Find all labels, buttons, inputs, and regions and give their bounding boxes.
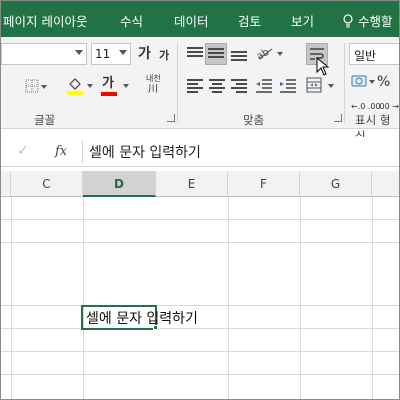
tab-view[interactable]: 보기 xyxy=(291,11,314,30)
cell-value: 셀에 문자 입력하기 xyxy=(86,311,198,327)
number-format-value: 일반 xyxy=(354,49,377,63)
align-left-icon[interactable] xyxy=(187,79,203,93)
chevron-down-icon xyxy=(119,50,127,55)
tab-review[interactable]: 검토 xyxy=(238,11,261,30)
svg-text:ab: ab xyxy=(255,47,271,61)
orientation-button[interactable]: ab xyxy=(255,45,283,63)
percent-style-button[interactable]: % xyxy=(377,75,390,89)
orientation-icon: ab xyxy=(255,47,273,63)
group-separator xyxy=(177,43,178,123)
increase-indent-icon[interactable] xyxy=(279,79,297,93)
borders-icon xyxy=(25,79,39,93)
merge-center-button[interactable] xyxy=(306,77,336,95)
align-right-icon[interactable] xyxy=(231,79,247,93)
grid-line xyxy=(300,197,301,399)
grid-line xyxy=(1,374,399,375)
column-header-B[interactable] xyxy=(1,171,11,197)
alignment-group-label: 맞춤 xyxy=(243,113,265,127)
phonetic-button[interactable]: 내천 川 xyxy=(146,75,166,97)
align-center-icon[interactable] xyxy=(209,79,225,93)
mouse-cursor-icon xyxy=(316,57,330,76)
accounting-format-button[interactable] xyxy=(351,73,375,93)
tab-data[interactable]: 데이터 xyxy=(174,11,209,30)
accounting-format-icon xyxy=(351,75,367,87)
grow-font-button[interactable]: 가 xyxy=(138,47,151,61)
grid-line xyxy=(1,351,399,352)
tab-page-layout[interactable]: 페이지 레이아웃 xyxy=(3,11,87,30)
grid-line xyxy=(11,197,12,399)
font-group-label: 글꼴 xyxy=(34,113,56,127)
tell-me-search[interactable]: 수행할 xyxy=(342,11,393,30)
column-header-E[interactable]: E xyxy=(156,171,228,197)
alignment-dialog-launcher[interactable] xyxy=(334,114,342,122)
fill-color-button[interactable] xyxy=(67,77,93,97)
tab-formulas[interactable]: 수식 xyxy=(120,11,143,30)
grid-line xyxy=(228,197,229,399)
font-name-combo[interactable] xyxy=(1,43,87,65)
align-top-icon[interactable] xyxy=(187,47,203,61)
chevron-down-icon xyxy=(75,50,83,55)
font-size-value: 11 xyxy=(95,47,111,61)
lightbulb-icon xyxy=(343,14,353,28)
column-header-D[interactable]: D xyxy=(83,171,156,197)
font-size-combo[interactable]: 11 xyxy=(91,43,131,65)
grid-line xyxy=(83,197,84,399)
column-header-F[interactable]: F xyxy=(228,171,300,197)
font-color-button[interactable]: 가 xyxy=(101,77,129,97)
shrink-font-button[interactable]: 가 xyxy=(159,50,169,61)
align-middle-icon xyxy=(208,48,224,62)
tell-me-label: 수행할 xyxy=(357,14,393,29)
column-header-G[interactable]: G xyxy=(300,171,372,197)
group-separator xyxy=(344,43,345,123)
grid-line xyxy=(1,328,399,329)
worksheet-grid: C D E F G 셀에 문자 입력하기 xyxy=(1,171,399,399)
number-format-combo[interactable]: 일반 xyxy=(349,43,399,65)
formula-divider xyxy=(82,141,83,163)
fill-color-icon xyxy=(69,78,81,90)
font-color-icon: 가 xyxy=(102,76,114,91)
column-header-H[interactable] xyxy=(372,171,399,197)
excel-window: 페이지 레이아웃 수식 데이터 검토 보기 수행할 11 가 가 가 내천 川 … xyxy=(0,0,400,400)
confirm-icon[interactable]: ✓ xyxy=(17,143,29,159)
formula-input[interactable]: 셀에 문자 입력하기 xyxy=(89,142,201,162)
column-header-C[interactable]: C xyxy=(11,171,83,197)
borders-button[interactable] xyxy=(25,79,47,95)
decrease-indent-icon[interactable] xyxy=(255,79,273,93)
grid-line xyxy=(1,219,399,220)
decrease-decimal-button[interactable]: .00 →.0 xyxy=(377,103,399,111)
grid-line xyxy=(372,197,373,399)
grid-line xyxy=(1,305,399,306)
formula-bar: ✓ fx 셀에 문자 입력하기 xyxy=(1,137,399,167)
align-bottom-icon[interactable] xyxy=(231,49,247,63)
merge-center-icon xyxy=(306,77,322,93)
insert-function-button[interactable]: fx xyxy=(55,144,67,159)
font-dialog-launcher[interactable] xyxy=(167,114,175,122)
phonetic-icon: 내천 xyxy=(146,74,161,83)
ribbon-tab-bar: 페이지 레이아웃 수식 데이터 검토 보기 수행할 xyxy=(1,1,399,37)
grid-line xyxy=(1,242,399,243)
